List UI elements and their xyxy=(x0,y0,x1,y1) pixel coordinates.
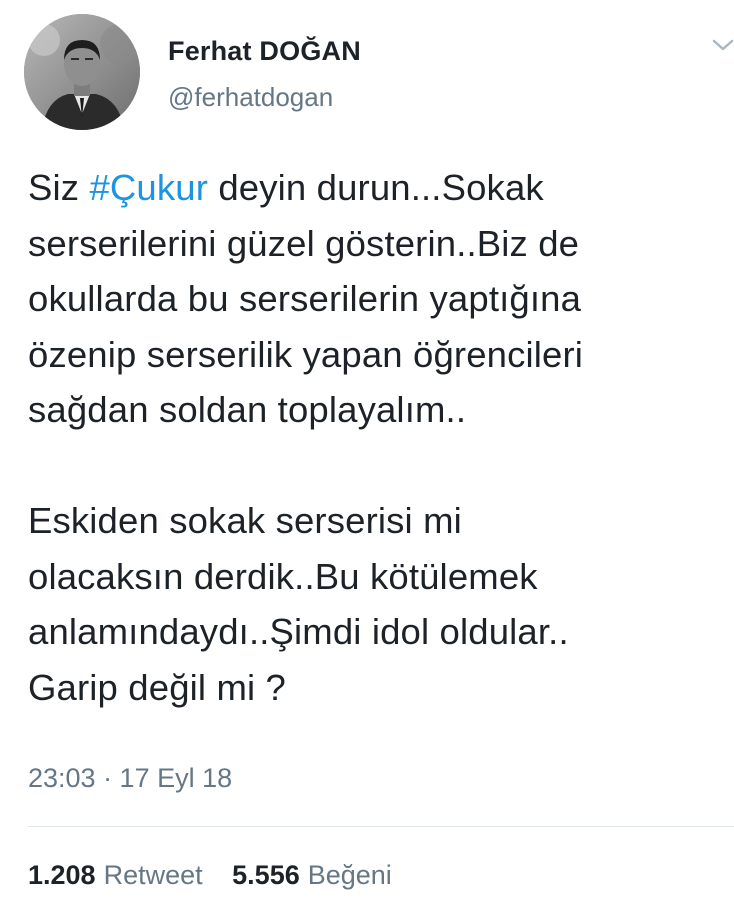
tweet-card: Ferhat DOĞAN @ferhatdogan Siz #Çukur dey… xyxy=(0,0,734,908)
tweet-text-fragment: Siz xyxy=(28,167,90,208)
like-count: 5.556 xyxy=(232,860,300,890)
like-stat[interactable]: 5.556 Beğeni xyxy=(232,860,392,891)
tweet-text-line: Garip değil mi ? xyxy=(28,666,287,708)
tweet-text-line: özenip serserilik yapan öğrencileri xyxy=(28,333,584,375)
retweet-label: Retweet xyxy=(103,860,203,890)
hashtag-link[interactable]: #Çukur xyxy=(89,167,208,208)
tweet-text-line: sağdan soldan toplayalım.. xyxy=(28,389,467,430)
tweet-timestamp[interactable]: 23:03 · 17 Eyl 18 xyxy=(28,763,232,794)
retweet-stat[interactable]: 1.208 Retweet xyxy=(28,860,203,891)
avatar[interactable] xyxy=(24,14,140,130)
like-label: Beğeni xyxy=(307,860,392,890)
divider xyxy=(28,826,734,827)
retweet-count: 1.208 xyxy=(28,860,96,890)
tweet-text-line: okullarda bu serserilerin yaptığına xyxy=(28,278,582,319)
tweet-text-line: olacaksın derdik..Bu kötülemek xyxy=(28,555,538,597)
tweet-text-line: serserilerini güzel gösterin..Biz de xyxy=(28,222,580,264)
tweet-text: Siz #Çukur deyin durun...Sokak serserile… xyxy=(28,160,728,715)
tweet-stats: 1.208 Retweet 5.556 Beğeni xyxy=(28,860,392,891)
tweet-text-line: anlamındaydı..Şimdi idol oldular.. xyxy=(28,611,569,652)
tweet-text-fragment: deyin durun...Sokak xyxy=(208,167,544,208)
author-display-name[interactable]: Ferhat DOĞAN xyxy=(168,36,361,67)
author-handle[interactable]: @ferhatdogan xyxy=(168,82,333,113)
tweet-text-line: Siz #Çukur deyin durun...Sokak xyxy=(28,160,728,216)
profile-photo-icon xyxy=(24,14,140,130)
chevron-down-icon[interactable] xyxy=(712,38,734,52)
tweet-text-line: Eskiden sokak serserisi mi xyxy=(28,500,462,541)
